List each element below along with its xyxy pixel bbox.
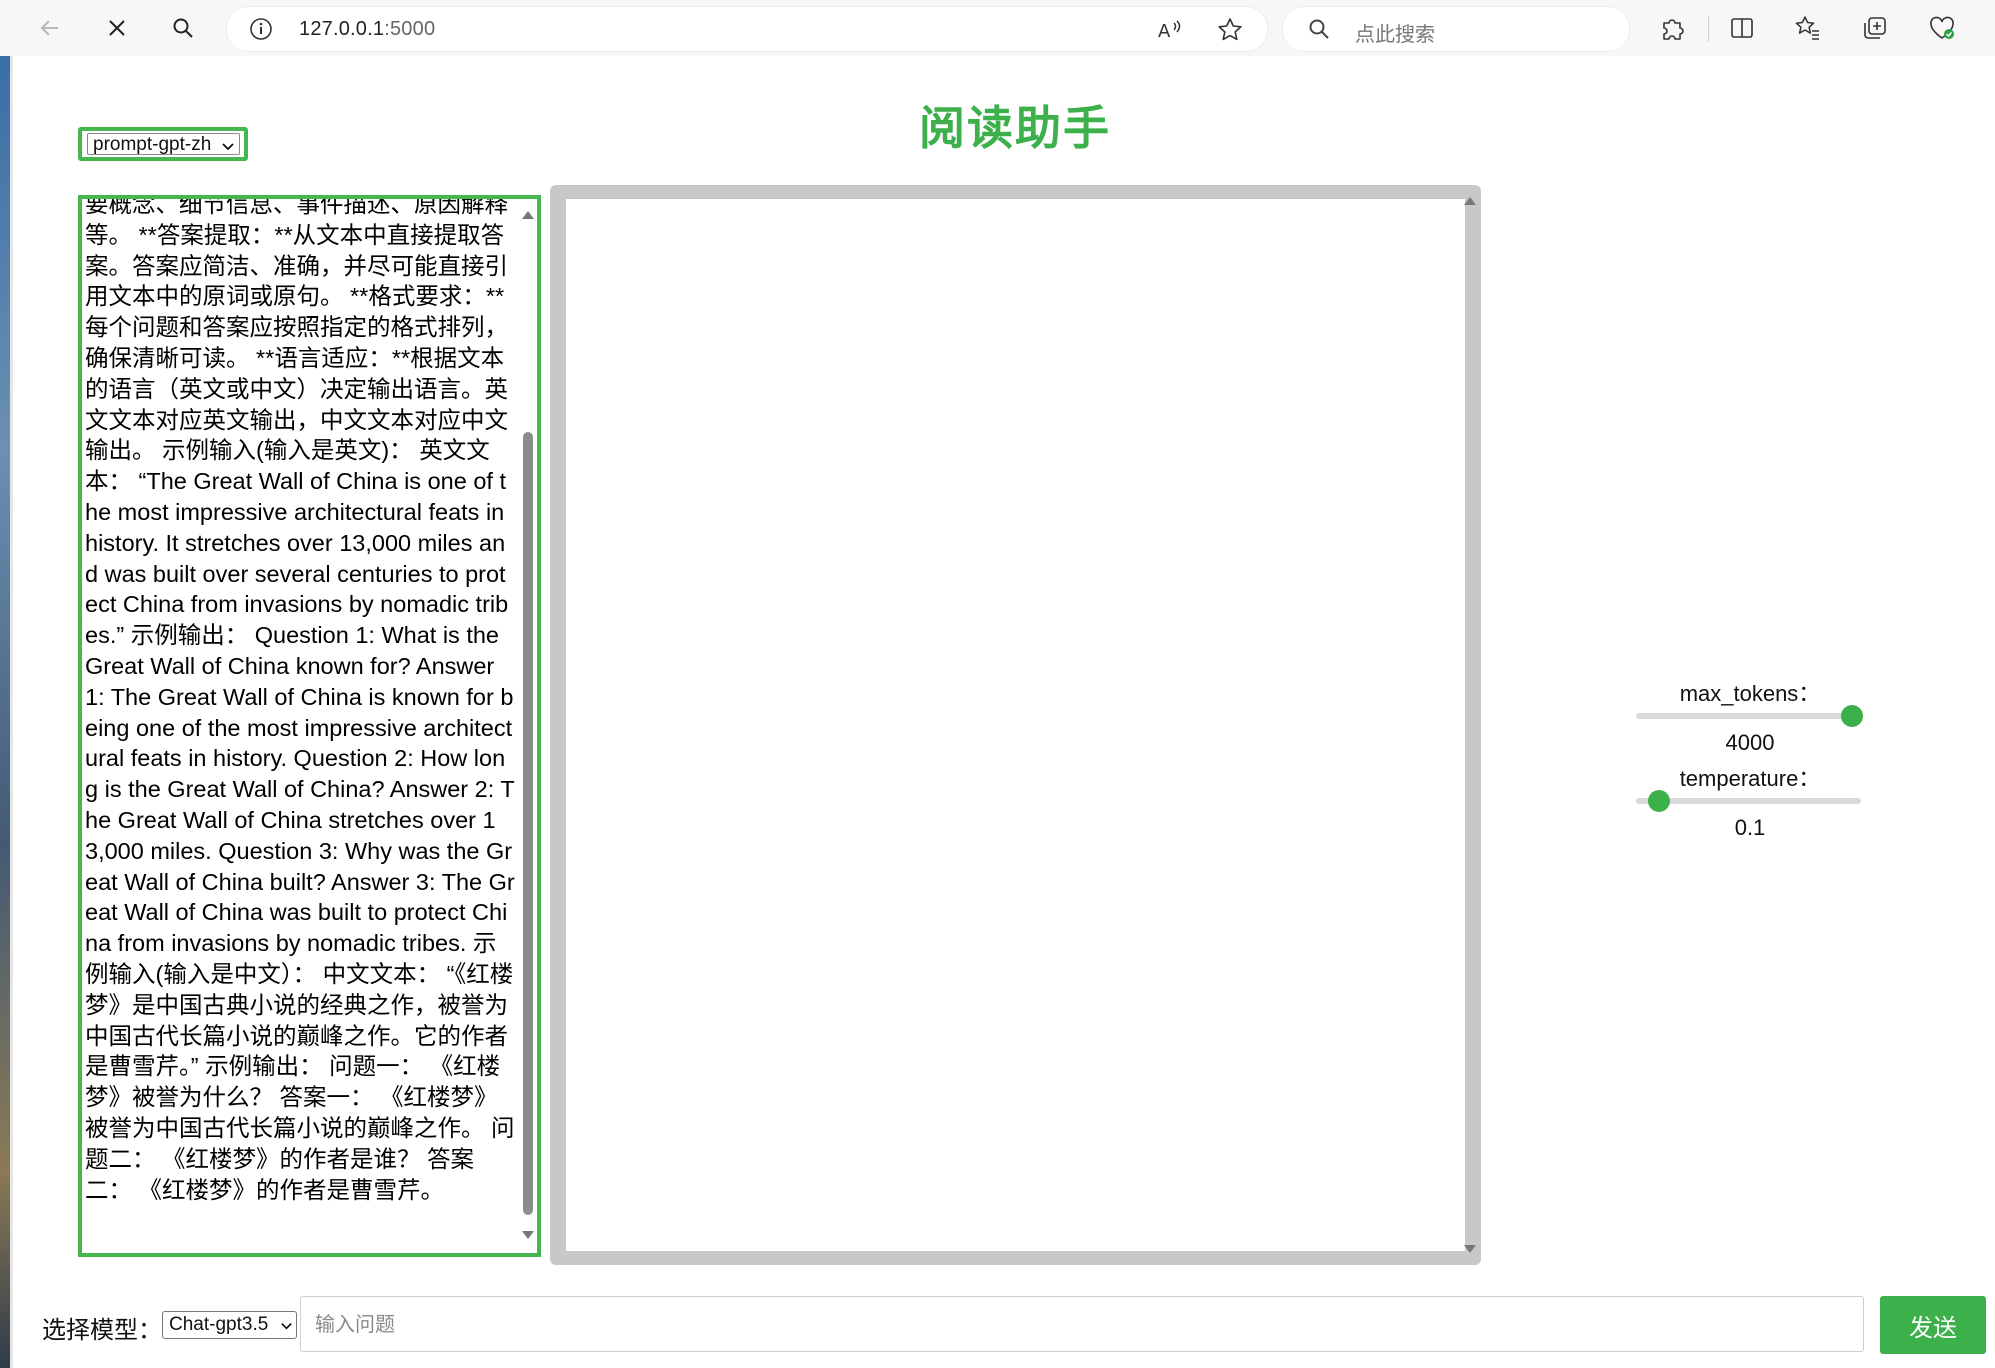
search-icon: [1309, 19, 1329, 39]
temperature-slider[interactable]: [1636, 790, 1861, 812]
close-icon: [109, 20, 125, 36]
temperature-value: 0.1: [1734, 815, 1766, 840]
page-title: 阅读助手: [919, 101, 1111, 155]
max-tokens-value: 4000: [1725, 730, 1775, 755]
scroll-up-arrow-icon[interactable]: [521, 209, 535, 221]
browser-essentials-icon[interactable]: [1928, 14, 1956, 42]
scroll-down-arrow-icon[interactable]: [521, 1229, 535, 1241]
prompt-text: 要概念、细节信息、事件描述、原因解释等。 **答案提取：**从文本中直接提取答案…: [85, 195, 515, 1203]
puzzle-icon[interactable]: [1658, 14, 1686, 42]
favorites-icon[interactable]: [1794, 14, 1822, 42]
window-edge: [10, 56, 13, 1368]
svg-text:A: A: [1158, 21, 1171, 42]
collections-icon[interactable]: [1861, 14, 1889, 42]
read-aloud-icon[interactable]: A: [1157, 17, 1183, 43]
toolbar-divider: [1708, 16, 1709, 42]
model-label: 选择模型：: [42, 1316, 162, 1344]
answer-output-frame: [550, 185, 1481, 1265]
chevron-down-icon: [281, 1323, 292, 1330]
info-icon[interactable]: [249, 17, 273, 41]
background-desktop-strip: [0, 56, 10, 1368]
prompt-textarea[interactable]: 要概念、细节信息、事件描述、原因解释等。 **答案提取：**从文本中直接提取答案…: [78, 195, 541, 1257]
prompt-select[interactable]: prompt-gpt-zh: [78, 127, 248, 161]
prompt-scroll-thumb[interactable]: [523, 432, 533, 1215]
prompt-select-value: prompt-gpt-zh: [87, 133, 240, 155]
max-tokens-label: max_tokens：: [1679, 681, 1821, 706]
chevron-down-icon: [222, 143, 234, 151]
send-button[interactable]: 发送: [1880, 1296, 1986, 1354]
prompt-scrollbar[interactable]: [517, 199, 537, 1253]
search-icon: [173, 18, 193, 38]
max-tokens-slider[interactable]: [1636, 705, 1863, 727]
browser-search-placeholder: 点此搜索: [1355, 22, 1435, 46]
temperature-label: temperature：: [1679, 766, 1821, 791]
back-button[interactable]: [28, 8, 72, 48]
max-tokens-slider-thumb[interactable]: [1841, 705, 1863, 727]
url-text: 127.0.0.1:5000: [299, 18, 436, 40]
scroll-down-arrow-icon[interactable]: [1463, 1243, 1477, 1255]
question-input[interactable]: [300, 1296, 1864, 1352]
browser-search-box[interactable]: 点此搜索: [1282, 6, 1630, 52]
arrow-left-icon: [40, 20, 58, 36]
stop-loading-button[interactable]: [95, 8, 139, 48]
answer-output-area[interactable]: [566, 199, 1465, 1251]
split-screen-icon[interactable]: [1728, 14, 1756, 42]
search-button[interactable]: [161, 8, 205, 48]
star-icon[interactable]: [1217, 17, 1243, 43]
model-select[interactable]: Chat-gpt3.5: [162, 1311, 297, 1339]
scroll-up-arrow-icon[interactable]: [1463, 195, 1477, 207]
address-bar[interactable]: 127.0.0.1:5000 A: [226, 6, 1268, 52]
temperature-slider-thumb[interactable]: [1647, 790, 1670, 812]
browser-toolbar: 127.0.0.1:5000 A 点此搜索: [0, 0, 1995, 56]
